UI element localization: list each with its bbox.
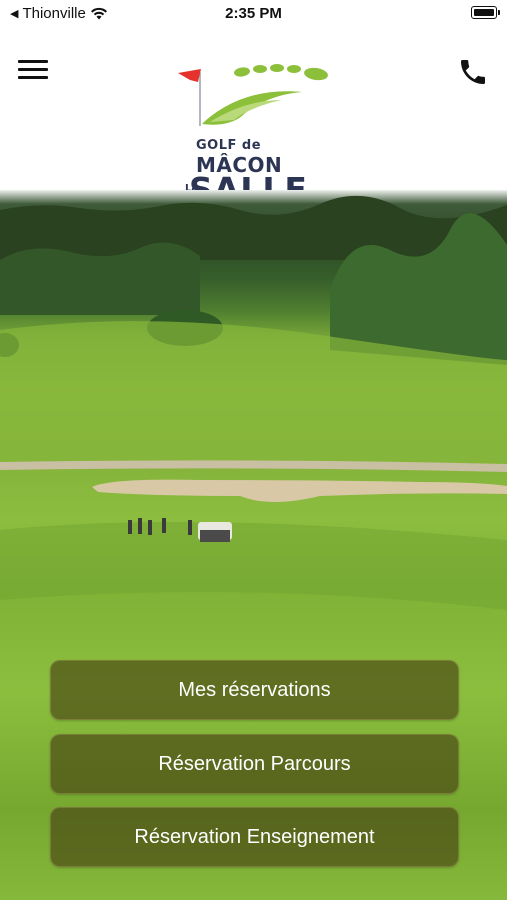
hamburger-icon-line: [18, 76, 48, 79]
phone-icon: [461, 60, 485, 84]
hamburger-icon-line: [18, 68, 48, 71]
logo-graphic-icon: [178, 64, 328, 126]
call-button[interactable]: [457, 56, 489, 88]
course-reservation-button[interactable]: Réservation Parcours: [50, 734, 459, 794]
logo-text-golf: GOLF de: [196, 138, 262, 153]
my-reservations-button[interactable]: Mes réservations: [50, 660, 459, 720]
hamburger-menu-button[interactable]: [18, 60, 48, 84]
lesson-reservation-button[interactable]: Réservation Enseignement: [50, 807, 459, 867]
battery-icon: [471, 6, 500, 19]
clock: 2:35 PM: [225, 5, 282, 22]
golf-course-photo: Mes réservations Réservation Parcours Ré…: [0, 190, 507, 900]
app-header: GOLF de MÂCON La SALLE: [0, 30, 507, 209]
golf-logo[interactable]: GOLF de MÂCON La SALLE: [172, 60, 337, 209]
status-bar: ◀ Thionville 2:35 PM: [0, 0, 507, 30]
hamburger-icon: [18, 60, 48, 63]
